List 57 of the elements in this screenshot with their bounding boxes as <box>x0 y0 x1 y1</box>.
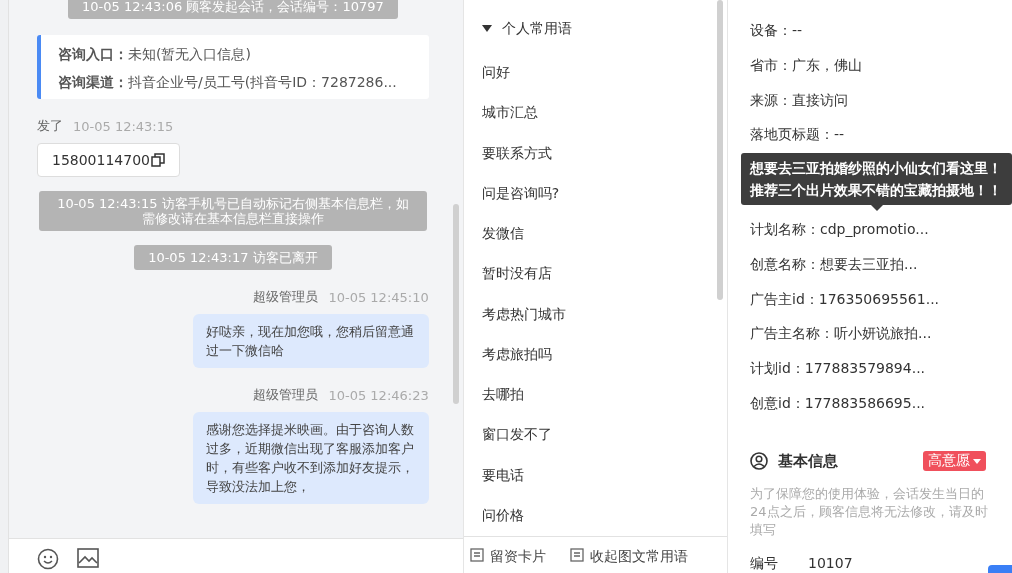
system-notice: 10-05 12:43:15 访客手机号已自动标记右侧基本信息栏，如需修改请在基本信息栏直接操作 <box>38 191 427 231</box>
quick-reply-item[interactable]: 发微信 <box>481 214 727 255</box>
quick-reply-item[interactable]: 要联系方式 <box>481 133 727 174</box>
message-bubble: 好哒亲，现在加您哦，您稍后留意通过一下微信哈 <box>192 314 429 368</box>
scrollbar[interactable] <box>452 204 459 404</box>
system-notice: 10-05 12:43:17 访客已离开 <box>134 245 332 270</box>
source-line: 咨询入口：未知(暂无入口信息) <box>58 45 252 64</box>
quick-reply-item[interactable]: 去哪拍 <box>481 375 727 416</box>
tooltip: 想要去三亚拍婚纱照的小仙女们看这里！推荐三个出片效果不错的宝藏拍摄地！！ <box>741 152 1012 205</box>
caret-icon <box>973 458 981 464</box>
quick-reply-item[interactable]: 暂时没有店 <box>481 254 727 295</box>
copy-icon[interactable] <box>150 153 165 167</box>
detail-field: 计划名称：cdp_promotio... <box>750 212 1012 248</box>
group-title: 个人常用语 <box>501 19 572 38</box>
quick-reply-item[interactable]: 问好 <box>481 53 727 94</box>
section-title: 基本信息 <box>778 451 839 471</box>
message-time: 10-05 12:43:15 <box>73 118 174 134</box>
message-bubble: 感谢您选择提米映画。由于咨询人数过多，近期微信出现了客服添加客户时，有些客户收不到添加好友提示，导致没法加上您， <box>192 412 429 504</box>
document-icon <box>569 548 584 562</box>
detail-field: 省市：广东，佛山 <box>750 48 1012 84</box>
quick-reply-item[interactable]: 考虑旅拍吗 <box>481 334 727 376</box>
quick-reply-item[interactable]: 问是咨询吗? <box>481 173 727 215</box>
sender-name: 超级管理员 <box>253 288 319 306</box>
detail-field: 设备：-- <box>750 14 1012 49</box>
image-icon[interactable] <box>77 548 99 568</box>
detail-field: 计划id：177883579894... <box>750 351 1012 387</box>
field-value: 10107 <box>808 555 853 573</box>
quick-reply-item[interactable]: 窗口发不了 <box>481 415 727 456</box>
footer-button[interactable]: 收起图文常用语 <box>569 548 688 573</box>
document-icon <box>469 548 484 562</box>
footer-button[interactable]: 留资卡片 <box>469 548 546 573</box>
field-label: 编号 <box>750 555 778 573</box>
message-time: 10-05 12:45:10 <box>328 289 429 305</box>
quick-reply-item[interactable]: 要电话 <box>481 455 727 496</box>
user-icon <box>750 452 768 471</box>
detail-field: 来源：直接访问 <box>750 83 1012 119</box>
source-line: 咨询渠道：抖音企业号/员工号(抖音号ID：7287286... <box>58 73 398 92</box>
detail-field: 落地页标题：-- <box>750 118 1012 153</box>
message-text: 15800114700 <box>52 152 150 168</box>
notice-text: 为了保障您的使用体验，会话发生当日的24点之后，顾客信息将无法修改，请及时填写 <box>750 485 989 540</box>
quick-reply-item[interactable]: 考虑热门城市 <box>481 294 727 335</box>
detail-field: 创意id：177883586695... <box>750 386 1012 422</box>
sender-name: 发了 <box>37 117 63 135</box>
detail-field: 创意名称：想要去三亚拍... <box>750 247 1012 283</box>
group-header[interactable]: 个人常用语 <box>481 14 727 44</box>
quick-reply-item[interactable]: 问价格 <box>481 495 727 536</box>
emoji-icon[interactable] <box>37 548 59 570</box>
sender-name: 超级管理员 <box>253 386 319 404</box>
tooltip-arrow <box>870 204 883 211</box>
caret-icon <box>481 25 492 33</box>
intent-tag[interactable]: 高意愿 <box>923 451 986 472</box>
message-time: 10-05 12:46:23 <box>328 387 429 403</box>
system-notice: 10-05 12:43:06 顾客发起会话，会话编号：10797 <box>67 0 398 19</box>
detail-field: 广告主id：176350695561... <box>750 282 1012 317</box>
detail-field: 广告主名称：听小妍说旅拍... <box>750 316 1012 352</box>
scrollbar[interactable] <box>717 0 723 300</box>
quick-reply-item[interactable]: 城市汇总 <box>481 93 727 134</box>
